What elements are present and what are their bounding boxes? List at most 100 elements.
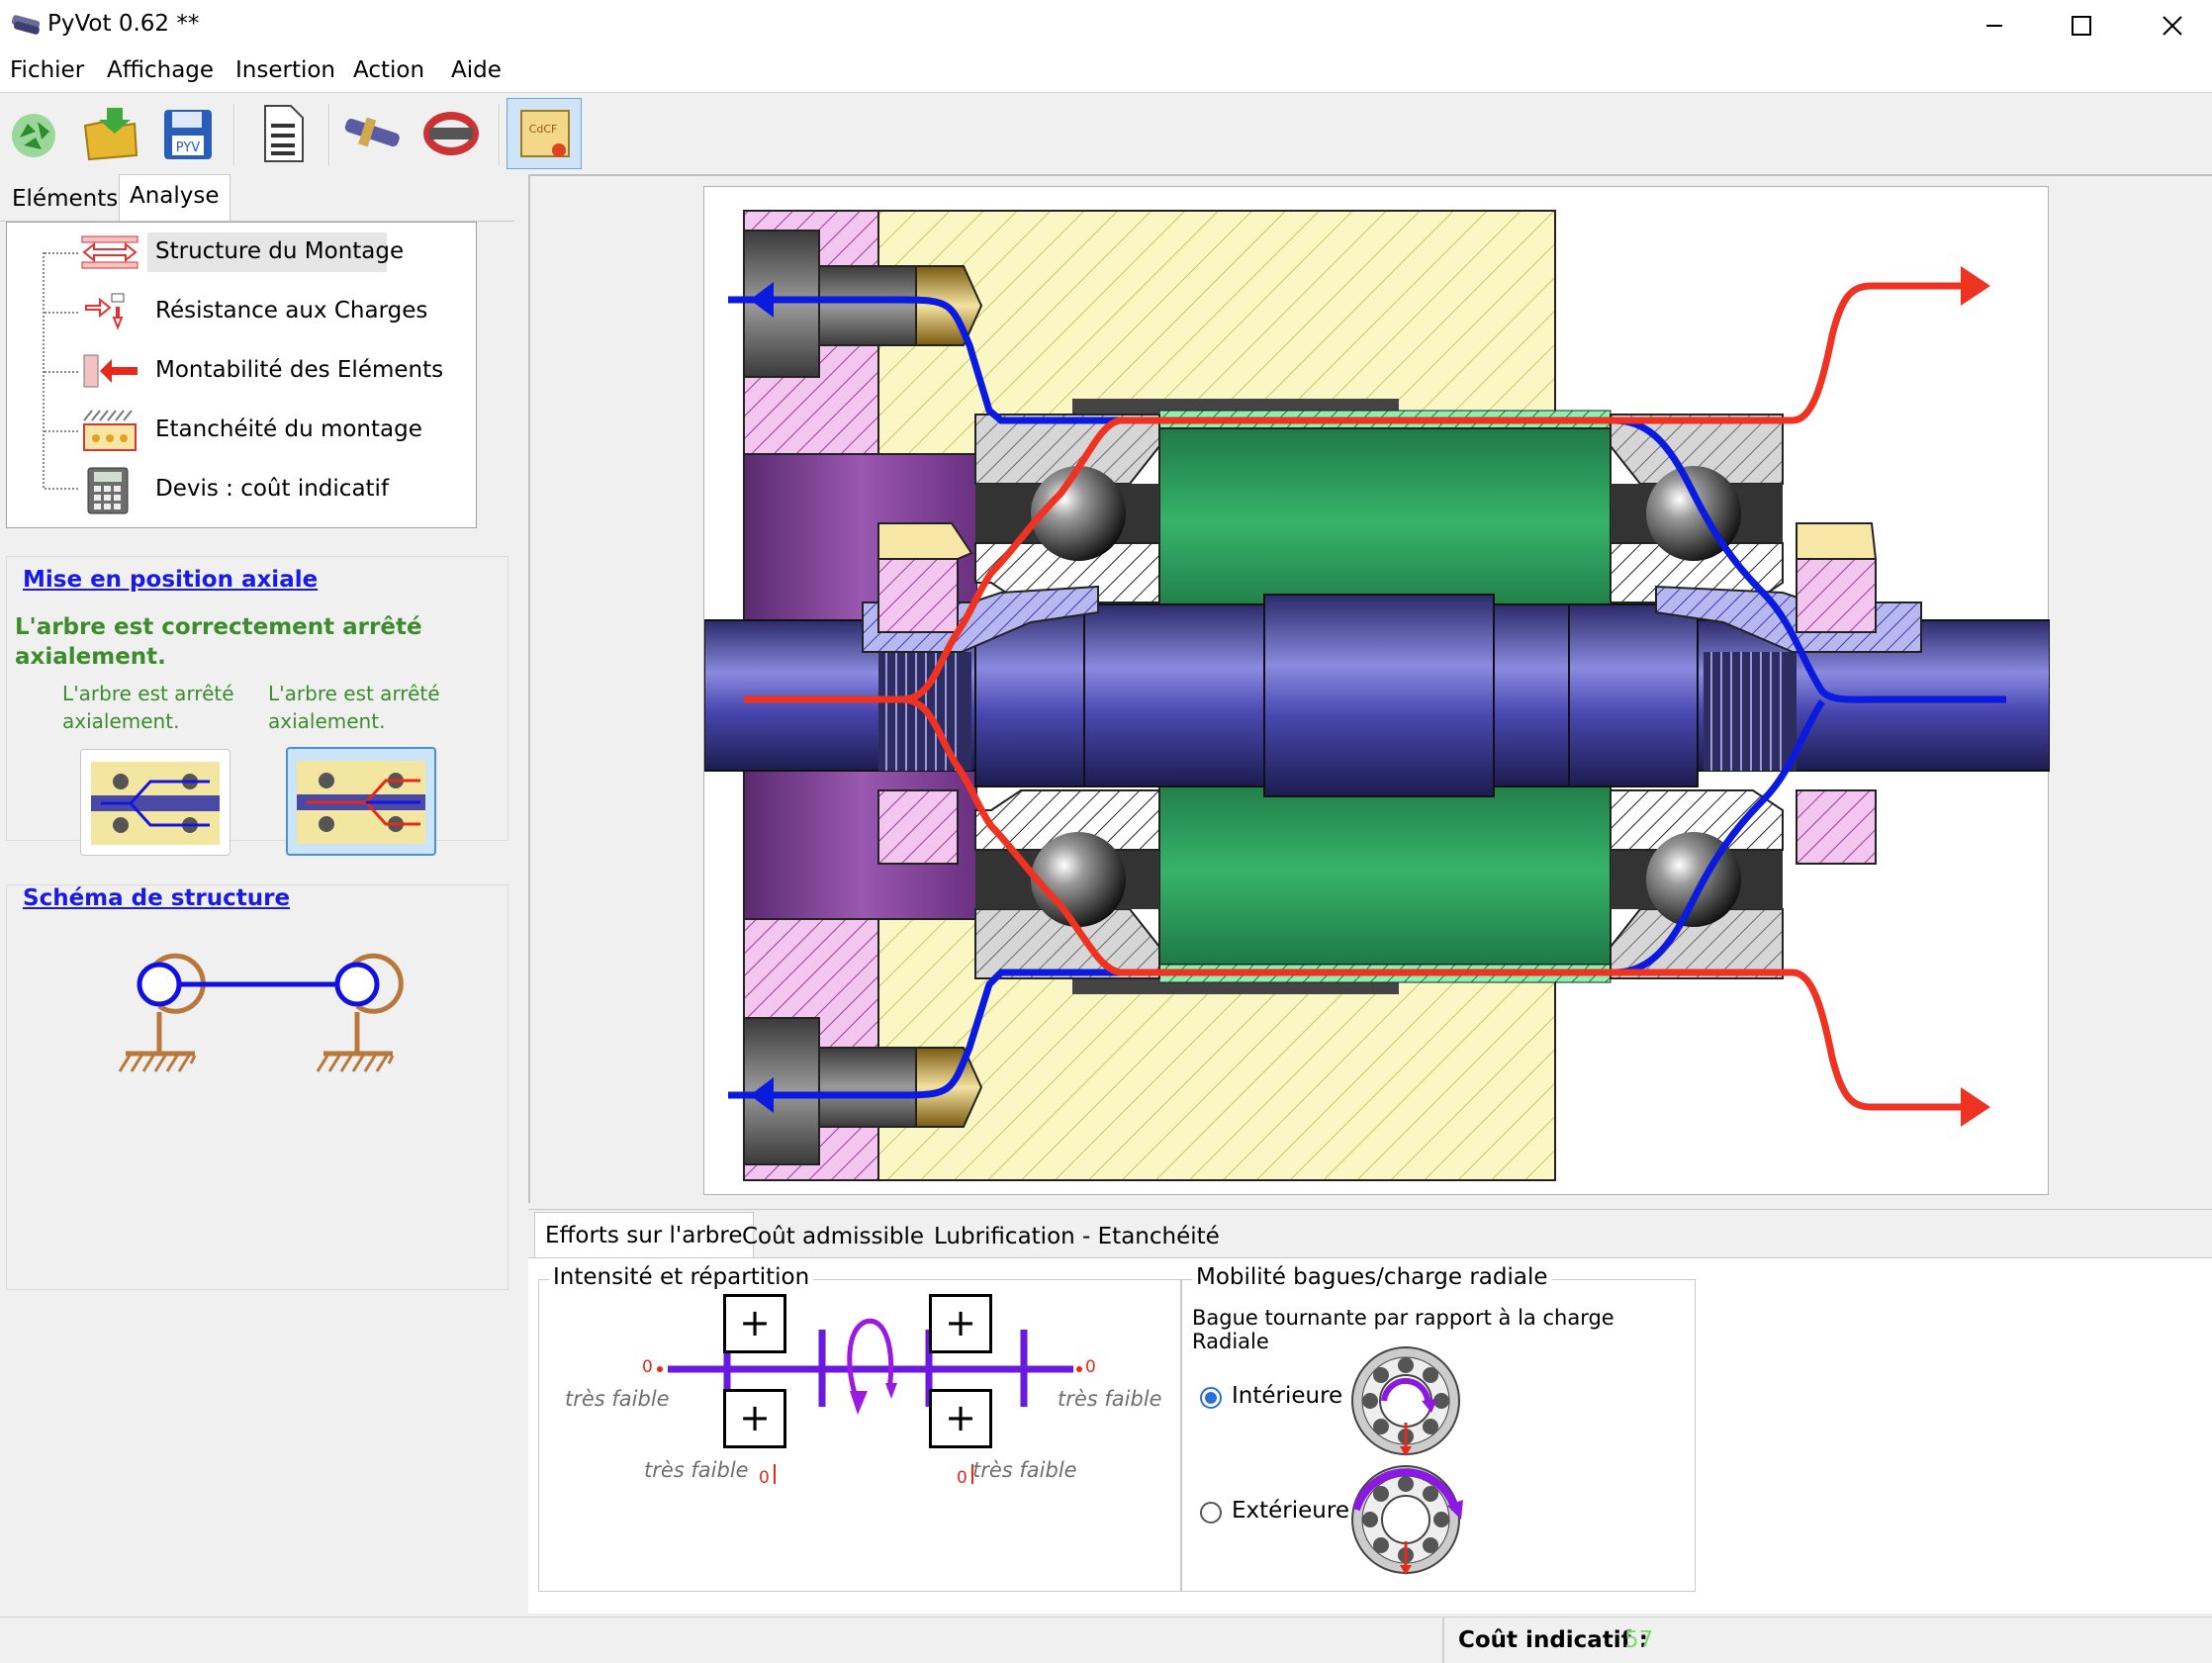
tree-item-label: Structure du Montage [155, 238, 405, 264]
mobilite-group: Mobilité bagues/charge radiale Bague tou… [1181, 1264, 1696, 1592]
assembly-section-drawing [703, 210, 2051, 1181]
maximize-button[interactable] [2036, 0, 2127, 51]
tree-item-label: Etanchéité du montage [155, 416, 422, 442]
mobilite-group-title: Mobilité bagues/charge radiale [1192, 1264, 1552, 1290]
structure-schema-section: Schéma de structure [6, 884, 508, 1290]
nut-right-top [1796, 558, 1877, 633]
radio-interieure-label[interactable]: Intérieure [1232, 1383, 1342, 1409]
title-bar: PyVot 0.62 ** [0, 0, 2212, 51]
tree-item-label: Devis : coût indicatif [155, 476, 390, 502]
app-icon [11, 15, 41, 35]
spacer-bottom [1158, 776, 1612, 966]
radio-exterieure[interactable] [1200, 1502, 1222, 1524]
toolbar-separator [233, 104, 235, 165]
axial-diagram-1-icon [91, 762, 220, 845]
open-folder-icon[interactable] [79, 102, 142, 165]
radial-right-zero: 0 [957, 1468, 968, 1488]
tree-item-etancheite[interactable]: Etanchéité du montage [7, 403, 472, 458]
menu-insertion[interactable]: Insertion [235, 57, 335, 83]
recycle-icon[interactable] [2, 102, 65, 165]
analysis-tree: Structure du Montage Résistance aux Char… [6, 222, 477, 528]
structure-icon [81, 235, 138, 269]
assembly-icon [83, 354, 138, 388]
tree-item-montabilite[interactable]: Montabilité des Eléments [7, 343, 472, 399]
radio-dot [1205, 1392, 1217, 1404]
nut-left-top [877, 558, 959, 633]
efforts-group: Intensité et répartition + + + + 0 0 trè… [538, 1264, 1181, 1592]
minimize-button[interactable] [1949, 0, 2040, 51]
toolbar-separator [499, 104, 501, 165]
assembly-canvas[interactable] [703, 186, 2051, 1195]
tab-elements[interactable]: Eléments [2, 178, 128, 222]
maximize-icon [2072, 16, 2091, 36]
tab-efforts[interactable]: Efforts sur l'arbre [534, 1212, 754, 1257]
certificate-button[interactable]: CdCF [507, 98, 582, 169]
status-bar: Coût indicatif : 57 [0, 1617, 2212, 1663]
axial-option-1-button[interactable] [80, 749, 230, 856]
axial-right-value: très faible [1058, 1387, 1162, 1411]
axial-left-value: très faible [565, 1387, 670, 1411]
radial-right-value: très faible [972, 1458, 1077, 1482]
tab-cout-admissible[interactable]: Coût admissible [736, 1218, 930, 1257]
menu-aide[interactable]: Aide [451, 57, 502, 83]
window-title: PyVot 0.62 ** [47, 11, 200, 37]
shaft-icon[interactable] [340, 102, 404, 165]
load-box-top-right: + [929, 1294, 992, 1353]
radial-left-value: très faible [644, 1458, 749, 1482]
load-box-bottom-left: + [723, 1389, 786, 1448]
tree-item-structure[interactable]: Structure du Montage [7, 225, 472, 280]
axial-option-2-button[interactable] [286, 747, 436, 856]
certificate-icon: CdCF [520, 110, 570, 157]
axial-status-message: L'arbre est correctement arrêté axialeme… [15, 614, 422, 670]
sealing-icon [83, 410, 137, 451]
tab-analyse[interactable]: Analyse [119, 174, 230, 222]
menu-fichier[interactable]: Fichier [10, 57, 84, 83]
red-arrowhead-bottom [1961, 1087, 1990, 1127]
tree-connector [45, 371, 78, 373]
structure-schema-diagram [118, 953, 404, 1072]
shaft-shoulder-right [1568, 603, 1699, 787]
axial-right-zero: 0 [1085, 1357, 1096, 1377]
axial-option-1-label: L'arbre est arrêté axialement. [62, 682, 234, 733]
load-box-top-left: + [723, 1294, 786, 1353]
menu-affichage[interactable]: Affichage [107, 57, 214, 83]
close-button[interactable] [2127, 0, 2212, 51]
red-arrowhead-top [1961, 266, 1990, 306]
tree-item-label: Montabilité des Eléments [155, 357, 444, 383]
close-icon [2163, 16, 2182, 36]
bottom-panel: Efforts sur l'arbre Coût admissible Lubr… [528, 1209, 2212, 1615]
tree-item-resistance[interactable]: Résistance aux Charges [7, 284, 472, 339]
left-panel: Eléments Analyse Structure du Montage Ré… [0, 174, 519, 1618]
tree-item-label: Résistance aux Charges [155, 298, 428, 323]
load-resistance-icon [85, 293, 125, 330]
document-icon[interactable] [251, 102, 315, 165]
tree-connector [45, 488, 78, 490]
shaft-collar [1263, 594, 1495, 797]
tree-connector [45, 252, 78, 254]
svg-text:PYV: PYV [176, 140, 200, 155]
svg-text:CdCF: CdCF [529, 123, 558, 136]
menu-action[interactable]: Action [353, 57, 424, 83]
radial-left-zero: 0 [759, 1468, 770, 1488]
load-box-bottom-right: + [929, 1389, 992, 1448]
radio-exterieure-label[interactable]: Extérieure [1232, 1498, 1349, 1524]
structure-schema-link[interactable]: Schéma de structure [23, 885, 290, 911]
radio-interieure[interactable] [1200, 1387, 1222, 1409]
axial-left-zero: 0 [642, 1357, 653, 1377]
bearing-outer-rotating-icon [1351, 1465, 1463, 1575]
drawing-area[interactable] [528, 174, 2212, 1203]
tree-connector [45, 312, 78, 314]
tree-connector [45, 430, 78, 432]
save-pyv-icon[interactable]: PYV [156, 102, 220, 165]
bearing-icon[interactable] [419, 102, 483, 165]
axial-position-link[interactable]: Mise en position axiale [23, 567, 318, 593]
efforts-diagram [657, 1318, 1082, 1484]
nut-left-bottom [877, 789, 959, 865]
minimize-icon [1986, 25, 2002, 27]
tab-lubrification[interactable]: Lubrification - Etanchéité [928, 1218, 1226, 1257]
status-cost-value: 57 [1624, 1627, 1654, 1653]
spacer-top [1158, 427, 1612, 617]
calculator-icon [87, 467, 129, 514]
axial-diagram-2-icon [297, 761, 425, 844]
tree-item-devis[interactable]: Devis : coût indicatif [7, 462, 472, 517]
